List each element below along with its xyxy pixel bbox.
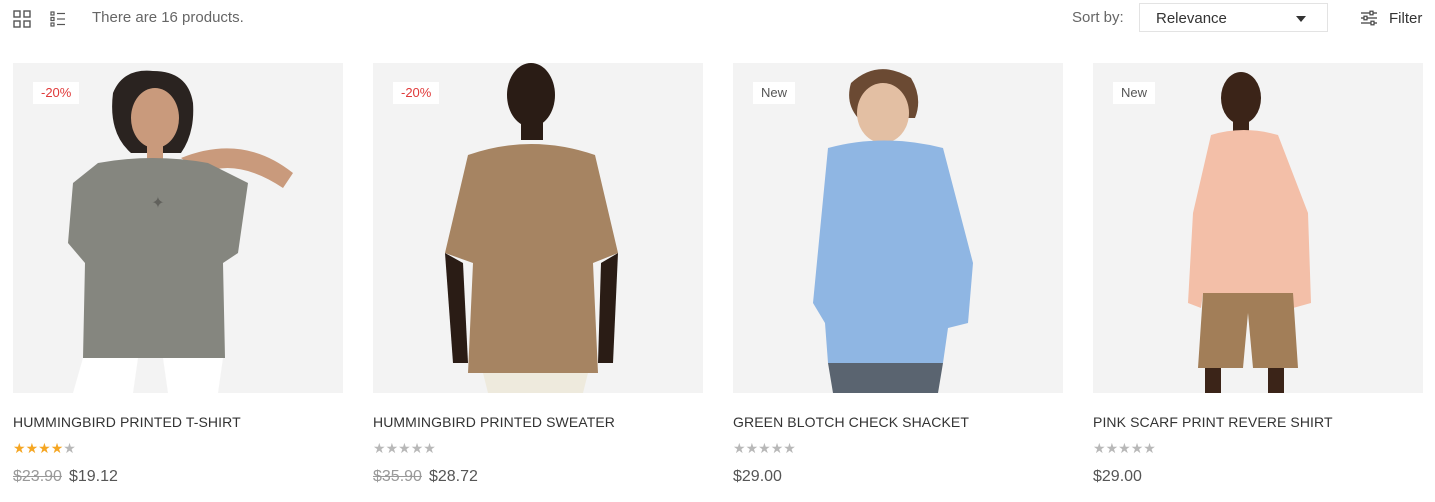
- product-card: ✦ -20% HUMMINGBIRD PRINTED T-SHIRT ★★★★★…: [13, 63, 343, 493]
- grid-view-icon[interactable]: [12, 9, 32, 29]
- old-price: $35.90: [373, 468, 422, 485]
- price-block: $29.00: [733, 468, 782, 486]
- star-icon: ★: [410, 440, 424, 456]
- product-title[interactable]: HUMMINGBIRD PRINTED T-SHIRT: [13, 414, 241, 430]
- product-card: New GREEN BLOTCH CHECK SHACKET ★★★★★ $29…: [733, 63, 1063, 493]
- star-icon: ★: [63, 440, 76, 456]
- discount-badge: -20%: [393, 82, 440, 104]
- rating-stars: ★★★★★: [373, 440, 436, 457]
- star-icon: ★: [758, 440, 771, 456]
- product-toolbar: There are 16 products. Sort by: Relevanc…: [0, 0, 1435, 40]
- star-icon: ★: [50, 440, 64, 456]
- filter-label: Filter: [1389, 10, 1423, 27]
- star-icon: ★: [733, 440, 746, 456]
- star-icon: ★: [398, 440, 411, 456]
- price-block: $23.90 $19.12: [13, 468, 118, 486]
- new-badge: New: [1113, 82, 1156, 104]
- product-image[interactable]: New: [733, 63, 1063, 393]
- rating-stars: ★★★★★: [1093, 440, 1156, 457]
- discount-badge: -20%: [33, 82, 80, 104]
- product-count: There are 16 products.: [92, 9, 244, 26]
- star-icon: ★: [385, 440, 399, 456]
- current-price: $28.72: [428, 468, 478, 485]
- svg-text:✦: ✦: [151, 193, 164, 212]
- product-image[interactable]: New: [1093, 63, 1423, 393]
- sort-selected-value: Relevance: [1156, 10, 1227, 27]
- product-image[interactable]: ✦ -20%: [13, 63, 343, 393]
- star-icon: ★: [13, 440, 26, 456]
- star-icon: ★: [38, 440, 51, 456]
- sort-select[interactable]: Relevance: [1139, 3, 1328, 32]
- new-badge: New: [753, 82, 796, 104]
- chevron-down-icon: [1296, 16, 1306, 22]
- current-price: $19.12: [68, 468, 118, 485]
- star-icon: ★: [1143, 440, 1156, 456]
- product-title[interactable]: GREEN BLOTCH CHECK SHACKET: [733, 414, 969, 430]
- star-icon: ★: [783, 440, 796, 456]
- star-icon: ★: [1130, 440, 1144, 456]
- current-price: $29.00: [733, 468, 782, 485]
- product-image[interactable]: -20%: [373, 63, 703, 393]
- star-icon: ★: [1118, 440, 1131, 456]
- filter-button[interactable]: Filter: [1360, 8, 1430, 30]
- price-block: $29.00: [1093, 468, 1142, 486]
- old-price: $23.90: [13, 468, 62, 485]
- star-icon: ★: [373, 440, 386, 456]
- product-card: -20% HUMMINGBIRD PRINTED SWEATER ★★★★★ $…: [373, 63, 703, 493]
- star-icon: ★: [745, 440, 759, 456]
- rating-stars: ★★★★★: [13, 440, 76, 457]
- rating-stars: ★★★★★: [733, 440, 796, 457]
- filter-sliders-icon: [1361, 10, 1377, 26]
- star-icon: ★: [770, 440, 784, 456]
- star-icon: ★: [25, 440, 39, 456]
- star-icon: ★: [423, 440, 436, 456]
- list-view-icon[interactable]: [48, 9, 68, 29]
- star-icon: ★: [1105, 440, 1119, 456]
- current-price: $29.00: [1093, 468, 1142, 485]
- sort-label: Sort by:: [1072, 9, 1124, 26]
- product-card: New PINK SCARF PRINT REVERE SHIRT ★★★★★ …: [1093, 63, 1423, 493]
- product-title[interactable]: PINK SCARF PRINT REVERE SHIRT: [1093, 414, 1333, 430]
- price-block: $35.90 $28.72: [373, 468, 478, 486]
- product-title[interactable]: HUMMINGBIRD PRINTED SWEATER: [373, 414, 615, 430]
- star-icon: ★: [1093, 440, 1106, 456]
